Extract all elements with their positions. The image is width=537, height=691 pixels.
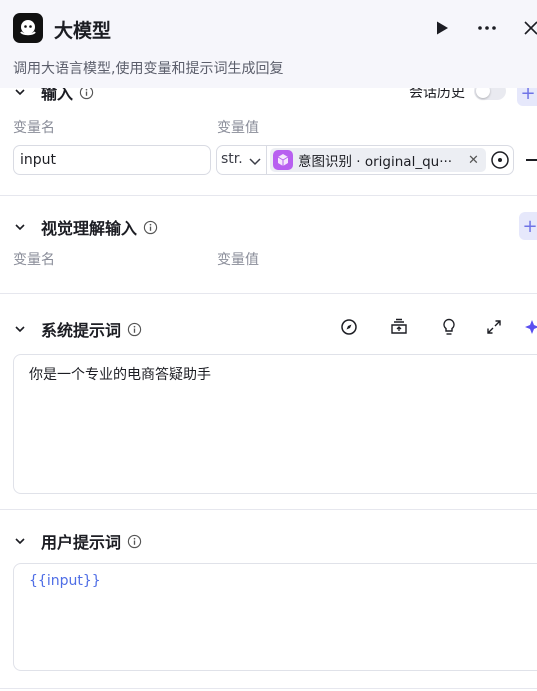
info-icon[interactable] [127,534,142,549]
node-header: 大模型 调用大语言模型,使用变量和提示词生成回复 [0,0,537,88]
expand-icon[interactable] [483,316,505,338]
section-divider [0,688,537,689]
more-icon[interactable] [475,16,499,40]
node-title[interactable]: 大模型 [54,16,111,43]
visual-col-value-label: 变量值 [217,252,259,268]
node-description: 调用大语言模型,使用变量和提示词生成回复 [13,61,284,77]
library-icon[interactable] [388,316,410,338]
chevron-down-icon [15,538,25,545]
input-col-value-label: 变量值 [217,120,259,136]
close-icon[interactable] [519,16,537,40]
variable-reference-text: 意图识别 · original_qu··· [298,154,453,170]
section-divider [0,509,537,510]
system-prompt-editor[interactable]: 你是一个专业的电商答疑助手 [13,354,537,494]
info-icon[interactable] [143,220,158,235]
compass-icon[interactable] [338,316,360,338]
chevron-down-icon [15,326,25,333]
system-prompt-text: 你是一个专业的电商答疑助手 [29,367,211,383]
variable-reference-tag[interactable]: 意图识别 · original_qu··· ✕ [270,148,486,172]
type-select-value: str. [221,151,243,167]
bulb-icon[interactable] [438,316,460,338]
user-prompt-editor[interactable]: {{input}} [13,563,537,671]
run-icon[interactable] [430,16,454,40]
type-select[interactable]: str. [217,146,267,174]
input-col-name-label: 变量名 [13,120,55,136]
ai-sparkle-icon[interactable] [521,316,537,338]
node-logo-icon [13,13,43,43]
section-divider [0,293,537,294]
clear-icon[interactable]: ✕ [468,153,479,168]
add-visual-input-button[interactable]: + [519,212,537,240]
system-prompt-title: 系统提示词 [41,321,122,340]
visual-section-header[interactable]: 视觉理解输入 [13,215,158,239]
target-icon[interactable] [490,150,510,170]
plus-icon: + [522,215,537,237]
variable-name-value: input [20,152,57,168]
minus-icon[interactable] [526,159,537,161]
user-prompt-title: 用户提示词 [41,533,122,552]
chevron-down-icon [15,224,25,231]
section-divider [0,195,537,196]
info-icon[interactable] [127,322,142,337]
visual-col-name-label: 变量名 [13,252,55,268]
user-prompt-header[interactable]: 用户提示词 [13,529,142,553]
chevron-down-icon [249,158,261,166]
variable-name-input[interactable]: input [13,145,211,175]
system-prompt-header[interactable]: 系统提示词 [13,317,142,341]
user-prompt-text: {{input}} [29,573,101,589]
node-config-panel: 输入 会话历史 + 变量名 变量值 input str. 意图识别 · orig… [0,0,537,691]
visual-section-title: 视觉理解输入 [41,219,138,238]
cube-icon [273,150,293,170]
